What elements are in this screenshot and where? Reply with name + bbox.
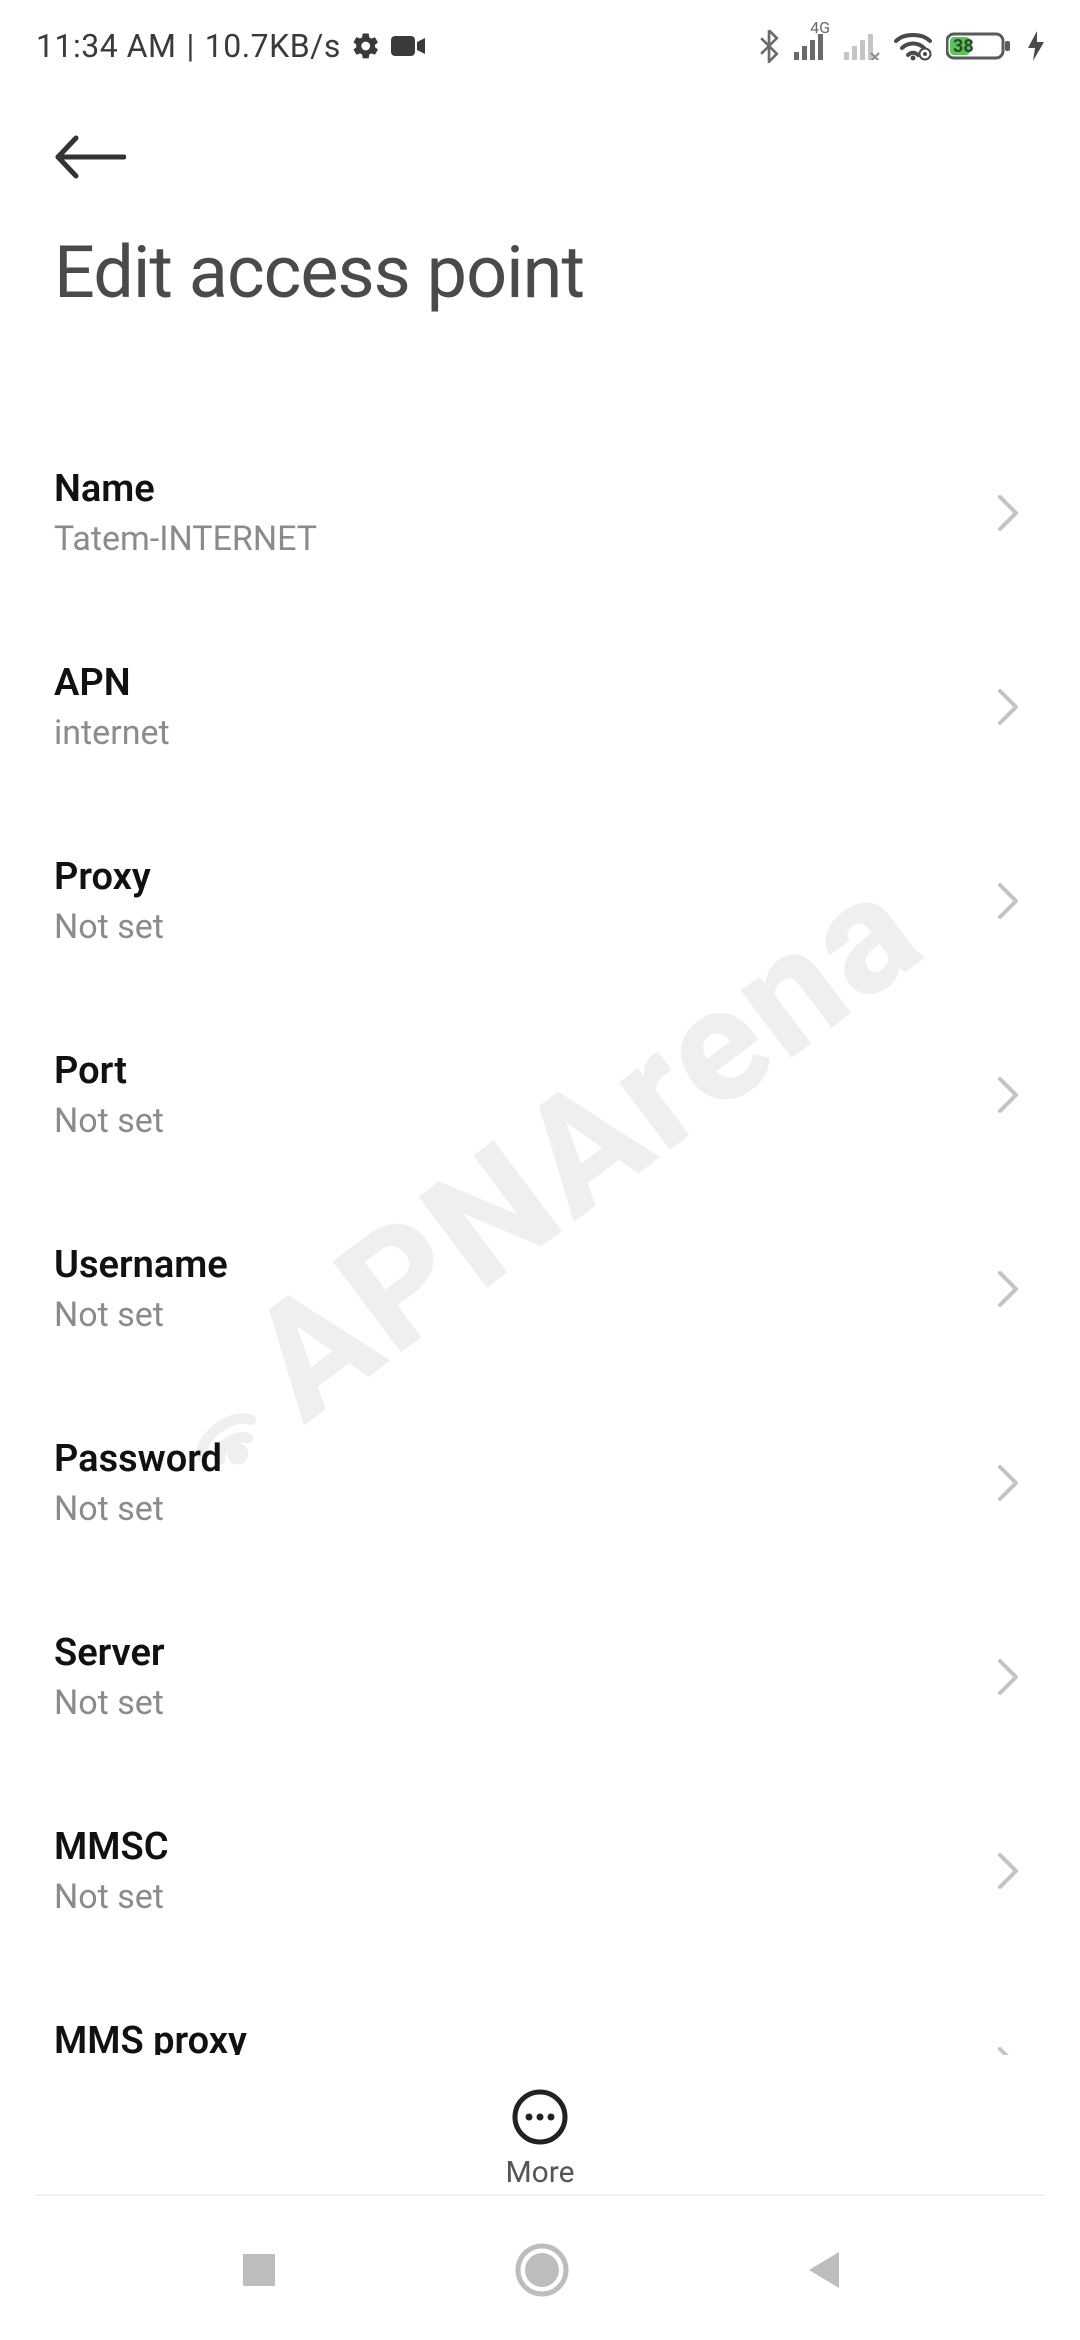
battery-percent: 38 (953, 36, 974, 57)
setting-row-texts: Password Not set (54, 1437, 222, 1529)
setting-row-texts: Username Not set (54, 1243, 228, 1335)
setting-row-texts: Port Not set (54, 1049, 164, 1141)
setting-value: Not set (54, 1877, 169, 1917)
page-title: Edit access point (54, 230, 1026, 315)
setting-label: Password (54, 1437, 222, 1481)
setting-value: Not set (54, 1101, 164, 1141)
chevron-right-icon (996, 1463, 1020, 1503)
setting-row-texts: Proxy Not set (54, 855, 164, 947)
chevron-right-icon (996, 1851, 1020, 1891)
status-separator: | (186, 27, 194, 65)
setting-value: Tatem-INTERNET (54, 519, 317, 559)
bluetooth-icon (758, 29, 780, 63)
chevron-right-icon (996, 493, 1020, 533)
android-nav-bar (0, 2200, 1080, 2340)
battery-icon: 38 (946, 30, 1014, 62)
chevron-right-icon (996, 1269, 1020, 1309)
setting-row[interactable]: MMS proxyNot set (54, 1977, 1026, 2055)
setting-row-texts: MMSC Not set (54, 1825, 169, 1917)
chevron-right-icon (996, 2045, 1020, 2055)
camera-icon (391, 34, 427, 58)
bottom-divider (36, 2194, 1044, 2196)
setting-label: Name (54, 467, 317, 511)
signal-nosim-icon (844, 32, 880, 60)
setting-row[interactable]: MMSC Not set (54, 1783, 1026, 1959)
home-button[interactable] (514, 2242, 570, 2298)
setting-row-texts: APN internet (54, 661, 170, 753)
chevron-right-icon (996, 687, 1020, 727)
wifi-icon (894, 31, 932, 61)
setting-row[interactable]: APN internet (54, 619, 1026, 795)
setting-label: APN (54, 661, 170, 705)
back-nav-button[interactable] (803, 2248, 843, 2292)
setting-row[interactable]: Port Not set (54, 1007, 1026, 1183)
setting-row[interactable]: Server Not set (54, 1589, 1026, 1765)
gear-icon (351, 31, 381, 61)
settings-list: Name Tatem-INTERNET APN internet Proxy Not se… (0, 425, 1080, 2055)
back-arrow-icon[interactable] (54, 134, 126, 180)
more-label: More (505, 2155, 574, 2190)
setting-row-texts: MMS proxyNot set (54, 2019, 247, 2055)
four-g-badge: 4G (810, 18, 830, 37)
status-left: 11:34 AM | 10.7KB/s (36, 27, 427, 65)
status-right: 4G 38 (758, 29, 1044, 63)
setting-row-texts: Name Tatem-INTERNET (54, 467, 317, 559)
setting-row[interactable]: Password Not set (54, 1395, 1026, 1571)
setting-value: Not set (54, 1295, 228, 1335)
setting-label: Port (54, 1049, 164, 1093)
setting-label: MMS proxy (54, 2019, 247, 2055)
status-bar: 11:34 AM | 10.7KB/s 4G (0, 0, 1080, 72)
setting-row[interactable]: Proxy Not set (54, 813, 1026, 989)
chevron-right-icon (996, 1075, 1020, 1115)
status-time: 11:34 AM (36, 27, 176, 65)
status-net-speed: 10.7KB/s (205, 27, 341, 65)
bottom-bar: More (0, 2089, 1080, 2190)
charging-bolt-icon (1028, 31, 1044, 61)
setting-row[interactable]: Name Tatem-INTERNET (54, 425, 1026, 601)
setting-row[interactable]: Username Not set (54, 1201, 1026, 1377)
setting-value: Not set (54, 1489, 222, 1529)
more-icon[interactable] (512, 2089, 568, 2145)
signal-4g-icon: 4G (794, 32, 830, 60)
setting-label: Proxy (54, 855, 164, 899)
setting-value: internet (54, 713, 170, 753)
chevron-right-icon (996, 1657, 1020, 1697)
setting-value: Not set (54, 907, 164, 947)
chevron-right-icon (996, 881, 1020, 921)
setting-label: Server (54, 1631, 165, 1675)
header: Edit access point (0, 72, 1080, 315)
setting-row-texts: Server Not set (54, 1631, 165, 1723)
recent-apps-button[interactable] (237, 2248, 281, 2292)
setting-label: Username (54, 1243, 228, 1287)
setting-value: Not set (54, 1683, 165, 1723)
setting-label: MMSC (54, 1825, 169, 1869)
